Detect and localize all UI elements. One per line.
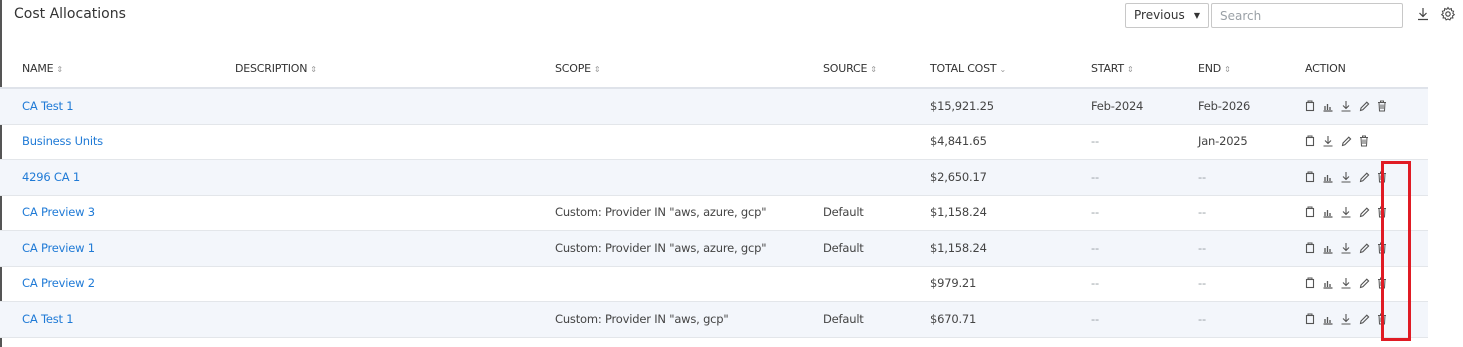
sort-icon: ⇕ [593, 65, 601, 74]
copy-icon[interactable] [1304, 134, 1316, 148]
download-icon[interactable] [1322, 134, 1334, 148]
sort-icon: ⇕ [1224, 65, 1231, 74]
row-total-cost: $15,921.25 [930, 99, 994, 113]
table-row: CA Test 1 $15,921.25 Feb-2024 Feb-2026 [0, 89, 1428, 125]
row-name-link[interactable]: CA Preview 3 [22, 195, 95, 230]
table-row: CA Preview 2 $979.21 -- -- [0, 266, 1428, 302]
row-start: -- [1091, 170, 1099, 184]
column-header-scope[interactable]: SCOPE ⇕ [555, 62, 601, 75]
bar-chart-icon[interactable] [1322, 205, 1334, 219]
bar-chart-icon[interactable] [1322, 276, 1334, 290]
row-start: Feb-2024 [1091, 99, 1144, 113]
pencil-icon[interactable] [1358, 312, 1370, 326]
row-name-link[interactable]: Business Units [22, 124, 103, 159]
sort-icon: ⇕ [870, 65, 877, 74]
trash-icon[interactable] [1376, 99, 1388, 113]
column-header-source[interactable]: SOURCE ⇕ [823, 62, 877, 75]
download-icon[interactable] [1340, 276, 1352, 290]
column-header-start[interactable]: START ⇕ [1091, 62, 1134, 75]
pencil-icon[interactable] [1358, 276, 1370, 290]
row-total-cost: $670.71 [930, 312, 977, 326]
row-name-link[interactable]: CA Preview 1 [22, 231, 95, 266]
delete-column-highlight [1381, 161, 1411, 341]
row-end: -- [1198, 241, 1206, 255]
row-source: Default [823, 312, 864, 326]
row-source: Default [823, 241, 864, 255]
gear-icon[interactable] [1440, 6, 1456, 22]
download-icon[interactable] [1340, 99, 1352, 113]
column-header-action: ACTION [1305, 62, 1346, 75]
download-icon[interactable] [1340, 170, 1352, 184]
row-end: -- [1198, 205, 1206, 219]
row-end: -- [1198, 312, 1206, 326]
bar-chart-icon[interactable] [1322, 312, 1334, 326]
trash-icon[interactable] [1358, 134, 1370, 148]
row-end: -- [1198, 276, 1206, 290]
row-start: -- [1091, 134, 1099, 148]
pencil-icon[interactable] [1358, 99, 1370, 113]
download-icon[interactable] [1340, 312, 1352, 326]
row-name-link[interactable]: CA Test 1 [22, 302, 74, 337]
pencil-icon[interactable] [1358, 241, 1370, 255]
row-name-link[interactable]: CA Test 1 [22, 89, 74, 124]
copy-icon[interactable] [1304, 312, 1316, 326]
sort-desc-icon: ⌄ [999, 65, 1006, 74]
row-start: -- [1091, 205, 1099, 219]
row-end: Feb-2026 [1198, 99, 1251, 113]
row-total-cost: $1,158.24 [930, 241, 987, 255]
table-row: CA Preview 1 Custom: Provider IN "aws, az… [0, 231, 1428, 267]
sort-icon: ⇕ [1126, 65, 1134, 74]
row-total-cost: $979.21 [930, 276, 977, 290]
row-start: -- [1091, 241, 1099, 255]
copy-icon[interactable] [1304, 170, 1316, 184]
chevron-down-icon: ▼ [1193, 11, 1200, 20]
row-total-cost: $1,158.24 [930, 205, 987, 219]
pencil-icon[interactable] [1340, 134, 1352, 148]
table-row: CA Test 1 Custom: Provider IN "aws, gcp" D… [0, 302, 1428, 338]
copy-icon[interactable] [1304, 99, 1316, 113]
download-icon[interactable] [1340, 205, 1352, 219]
column-header-name[interactable]: NAME ⇕ [22, 62, 63, 75]
search-input[interactable] [1211, 3, 1403, 28]
copy-icon[interactable] [1304, 276, 1316, 290]
column-header-total-cost[interactable]: TOTAL COST ⌄ [930, 62, 1006, 75]
copy-icon[interactable] [1304, 241, 1316, 255]
page-title: Cost Allocations [14, 6, 126, 22]
table-row: Business Units $4,841.65 -- Jan-2025 [0, 124, 1428, 160]
period-select[interactable]: Previous ▼ [1125, 3, 1209, 28]
row-start: -- [1091, 312, 1099, 326]
download-icon[interactable] [1416, 6, 1432, 22]
download-icon[interactable] [1340, 241, 1352, 255]
row-end: Jan-2025 [1198, 134, 1248, 148]
sort-icon: ⇕ [310, 65, 317, 74]
pencil-icon[interactable] [1358, 205, 1370, 219]
column-header-end[interactable]: END ⇕ [1198, 62, 1231, 75]
row-total-cost: $2,650.17 [930, 170, 987, 184]
row-total-cost: $4,841.65 [930, 134, 987, 148]
row-end: -- [1198, 170, 1206, 184]
bar-chart-icon[interactable] [1322, 99, 1334, 113]
row-scope: Custom: Provider IN "aws, azure, gcp" [555, 241, 767, 255]
column-header-description[interactable]: DESCRIPTION ⇕ [235, 62, 317, 75]
pencil-icon[interactable] [1358, 170, 1370, 184]
row-scope: Custom: Provider IN "aws, gcp" [555, 312, 729, 326]
bar-chart-icon[interactable] [1322, 170, 1334, 184]
copy-icon[interactable] [1304, 205, 1316, 219]
sort-icon: ⇕ [56, 65, 63, 74]
row-source: Default [823, 205, 864, 219]
table-row: CA Preview 3 Custom: Provider IN "aws, az… [0, 195, 1428, 231]
bar-chart-icon[interactable] [1322, 241, 1334, 255]
period-select-value: Previous [1134, 8, 1185, 22]
table-row: 4296 CA 1 $2,650.17 -- -- [0, 160, 1428, 196]
row-start: -- [1091, 276, 1099, 290]
row-name-link[interactable]: CA Preview 2 [22, 266, 95, 301]
row-scope: Custom: Provider IN "aws, azure, gcp" [555, 205, 767, 219]
row-name-link[interactable]: 4296 CA 1 [22, 160, 80, 195]
